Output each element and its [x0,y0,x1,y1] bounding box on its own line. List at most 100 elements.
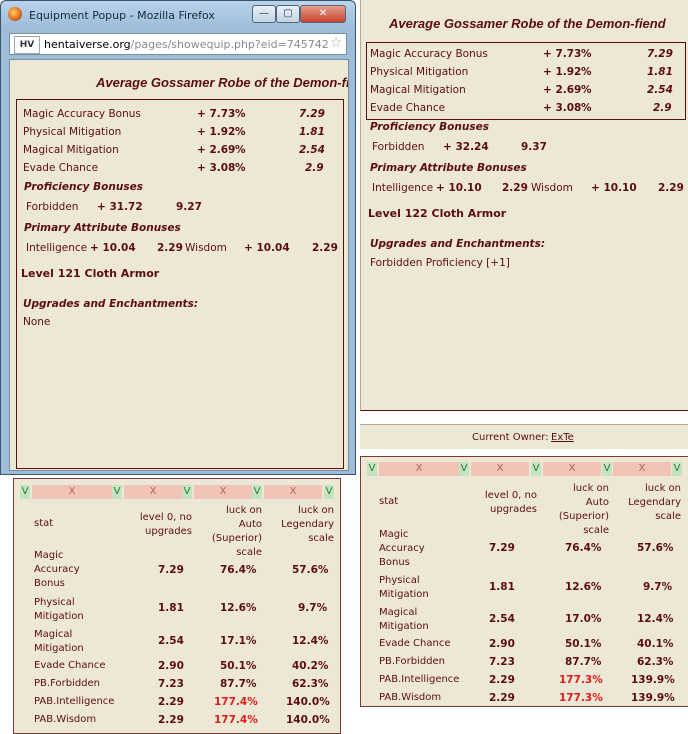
row-c2: 17.0% [565,613,602,625]
page-stat-box: Magic Accuracy Bonus + 7.73 % 7.29 Physi… [366,42,686,120]
toggle-v-button[interactable]: V [324,485,334,499]
upgrades-header: Upgrades and Enchantments: [370,238,546,250]
pab-base: 2.29 [502,182,528,194]
row-c2-highlight: 177.3% [559,692,603,704]
stat-value: + 1.92 [543,66,582,78]
row-c1: 2.54 [489,613,515,625]
proficiency-base: 9.27 [176,201,202,213]
stat-base: 2.9 [653,102,672,114]
header-legendary: luck on Legendary scale [628,483,681,522]
row-c2-highlight: 177.3% [559,674,603,686]
row-c1: 2.90 [489,638,515,650]
stat-unit: % [581,66,592,78]
close-button[interactable]: ✕ [300,5,346,23]
pab-value: + 10.10 [591,182,637,194]
stat-base: 2.9 [305,162,324,174]
maximize-button[interactable]: ▢ [276,5,300,23]
row-stat: PB.Forbidden [379,656,446,667]
row-c2-highlight: 177.4% [214,714,258,726]
toggle-x-button[interactable]: X [194,485,252,499]
toggle-x-button[interactable]: X [543,462,601,476]
row-stat: Evade Chance [34,660,106,671]
toggle-x-button[interactable]: X [613,462,671,476]
toggle-x-button[interactable]: X [379,462,459,476]
stat-name: Physical Mitigation [23,126,122,138]
row-c3: 139.9% [631,692,675,704]
row-c2: 12.6% [220,602,257,614]
row-c1: 2.29 [489,674,515,686]
row-stat: PAB.Wisdom [379,692,442,703]
row-c3: 140.0% [286,696,330,708]
toggle-x-button[interactable]: X [124,485,182,499]
proficiency-value: + 31.72 [97,201,143,213]
window-title: Equipment Popup - Mozilla Firefox [29,9,215,22]
toggle-v-button[interactable]: V [112,485,122,499]
toggle-v-button[interactable]: V [182,485,192,499]
pab-name: Wisdom [185,242,227,254]
row-c1: 7.23 [489,656,515,668]
row-stat: Physical Mitigation [34,597,84,622]
proficiency-name: Forbidden [372,141,425,153]
toggle-v-button[interactable]: V [459,462,469,476]
row-c1: 1.81 [158,602,184,614]
row-c3: 40.1% [637,638,674,650]
pab-header: Primary Attribute Bonuses [24,222,181,234]
stat-base: 2.54 [299,144,325,156]
equipment-popup-window: Equipment Popup - Mozilla Firefox — ▢ ✕ … [0,0,356,475]
stat-base: 1.81 [299,126,325,138]
row-stat: Magical Mitigation [34,629,84,654]
url-bar[interactable]: HV hentaiverse.org/pages/showequip.php?e… [9,33,347,55]
row-c1: 7.29 [158,564,184,576]
item-level: Level 122 Cloth Armor [368,207,507,220]
row-c3: 9.7% [298,602,328,614]
stat-unit: % [581,48,592,60]
firefox-icon [8,7,22,21]
row-stat: Magical Mitigation [379,607,429,632]
window-titlebar[interactable]: Equipment Popup - Mozilla Firefox — ▢ ✕ [1,1,355,29]
toggle-x-button[interactable]: X [264,485,322,499]
stat-name: Magic Accuracy Bonus [370,48,488,60]
proficiency-base: 9.37 [521,141,547,153]
row-c2: 76.4% [220,564,257,576]
row-c3: 140.0% [286,714,330,726]
toggle-v-button[interactable]: V [602,462,612,476]
header-auto: luck on Auto (Superior) scale [558,483,609,536]
pab-base: 2.29 [157,242,183,254]
row-c2-highlight: 177.4% [214,696,258,708]
stat-name: Magical Mitigation [370,84,466,96]
proficiency-header: Proficiency Bonuses [370,121,489,133]
minimize-button[interactable]: — [252,5,276,23]
stat-name: Evade Chance [23,162,99,174]
item-level: Level 121 Cloth Armor [21,267,160,280]
bookmark-star-icon[interactable]: ☆ [328,35,344,51]
toggle-x-button[interactable]: X [32,485,112,499]
stat-name: Evade Chance [370,102,446,114]
toggle-v-button[interactable]: V [20,485,30,499]
stat-unit: % [235,108,246,120]
stat-value: + 2.69 [543,84,582,96]
stat-base: 1.81 [647,66,673,78]
row-c3: 12.4% [637,613,674,625]
toggle-v-button[interactable]: V [367,462,377,476]
toggle-x-button[interactable]: X [471,462,529,476]
owner-name-link[interactable]: ExTe [551,432,574,443]
toggle-v-button[interactable]: V [672,462,682,476]
row-c1: 7.29 [489,542,515,554]
row-c3: 139.9% [631,674,675,686]
row-stat: Evade Chance [379,638,451,649]
row-c2: 87.7% [565,656,602,668]
stat-unit: % [235,126,246,138]
stat-base: 2.54 [647,84,673,96]
row-c2: 12.6% [565,581,602,593]
popup-item-title: Average Gossamer Robe of the Demon-fiend [96,75,349,90]
toggle-v-button[interactable]: V [252,485,262,499]
row-c1: 1.81 [489,581,515,593]
toggle-v-button[interactable]: V [531,462,541,476]
header-stat: stat [34,518,54,529]
page-item-title: Average Gossamer Robe of the Demon-fiend [389,16,666,31]
row-stat: Magic Accuracy Bonus [379,529,425,568]
row-c2: 17.1% [220,635,257,647]
row-stat: PB.Forbidden [34,678,101,689]
header-level0: level 0, no upgrades [139,512,192,537]
proficiency-name: Forbidden [26,201,79,213]
